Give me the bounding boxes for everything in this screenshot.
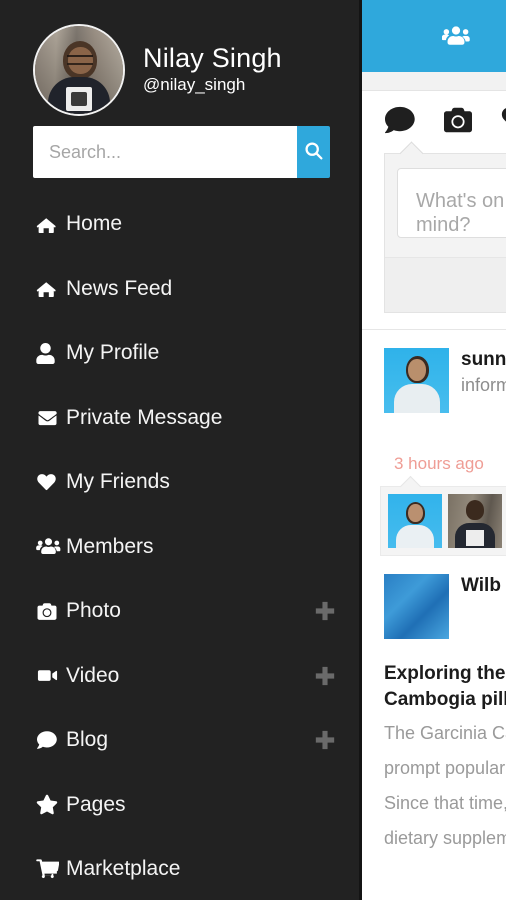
search-icon	[303, 140, 324, 164]
sidebar: Nilay Singh @nilay_singh Home	[0, 0, 362, 900]
post-avatar[interactable]	[384, 348, 449, 413]
avatar-image	[35, 26, 123, 114]
article-body-line-1: The Garcinia Cambogia was	[384, 723, 506, 744]
article-post[interactable]: Wilb	[362, 556, 506, 639]
friend-thumbnail[interactable]	[388, 494, 442, 548]
avatar[interactable]	[33, 24, 125, 116]
sidebar-item-label: Video	[66, 663, 120, 687]
post-author[interactable]: sunny	[461, 348, 506, 372]
search-bar	[33, 126, 330, 178]
sub-bar	[362, 72, 506, 91]
post-composer	[384, 141, 506, 313]
user-icon	[36, 342, 64, 364]
activity-timestamp-row: 3 hours ago	[362, 413, 506, 476]
article-title-line-1[interactable]: Exploring the Benefits of	[384, 661, 506, 687]
top-bar	[362, 0, 506, 72]
envelope-icon	[36, 409, 64, 427]
sidebar-item-my-friends[interactable]: My Friends	[0, 450, 362, 515]
article-body-line-3: Since that time, this	[384, 793, 506, 814]
add-photo-plus-icon[interactable]	[314, 600, 336, 622]
sidebar-item-label: Photo	[66, 599, 121, 623]
sidebar-item-my-profile[interactable]: My Profile	[0, 321, 362, 386]
members-icon[interactable]	[442, 25, 470, 47]
post-text: sunny information	[461, 348, 506, 413]
hamburger-menu-icon[interactable]	[382, 33, 406, 39]
sidebar-item-label: Members	[66, 534, 154, 558]
profile-handle: @nilay_singh	[143, 75, 246, 95]
add-video-plus-icon[interactable]	[314, 665, 336, 687]
star-icon	[36, 794, 64, 815]
sidebar-item-label: Pages	[66, 792, 126, 816]
reply-arrow-icon[interactable]	[498, 451, 506, 476]
home-icon	[36, 278, 64, 299]
article-body-line-2: prompt popularity in 2012.	[384, 758, 506, 779]
sidebar-item-label: News Feed	[66, 276, 173, 300]
article-title-line-2[interactable]: Cambogia pills	[384, 687, 506, 713]
sidebar-nav: Home News Feed My Profile Private Messag…	[0, 192, 362, 900]
camera-icon	[36, 602, 64, 621]
sidebar-item-label: Marketplace	[66, 857, 181, 881]
article-body-line-4: dietary supplement has	[384, 828, 506, 849]
composer-input[interactable]	[397, 168, 506, 238]
heart-icon	[36, 473, 64, 492]
post-subtitle: information	[461, 374, 506, 395]
sidebar-item-home[interactable]: Home	[0, 192, 362, 257]
post-action-row	[362, 91, 506, 153]
sidebar-item-blog[interactable]: Blog	[0, 708, 362, 773]
sidebar-item-label: Blog	[66, 728, 109, 752]
profile-name: Nilay Singh	[143, 42, 282, 73]
profile-header[interactable]: Nilay Singh @nilay_singh	[0, 0, 362, 116]
sidebar-item-private-message[interactable]: Private Message	[0, 386, 362, 451]
sidebar-item-members[interactable]: Members	[0, 515, 362, 580]
app-root: Nilay Singh @nilay_singh Home	[0, 0, 506, 900]
sidebar-item-marketplace[interactable]: Marketplace	[0, 837, 362, 900]
comment-icon	[36, 730, 64, 750]
members-icon	[36, 537, 64, 556]
sidebar-item-label: Home	[66, 212, 123, 236]
feed-post[interactable]: sunny information	[362, 330, 506, 413]
article-thumbnail[interactable]	[384, 574, 449, 639]
friend-thumbnail[interactable]	[448, 494, 502, 548]
sidebar-item-label: My Friends	[66, 470, 170, 494]
comment-icon[interactable]	[384, 105, 416, 140]
sidebar-item-pages[interactable]: Pages	[0, 773, 362, 838]
camera-icon[interactable]	[442, 106, 474, 139]
composer-footer	[385, 257, 506, 312]
search-button[interactable]	[297, 126, 330, 178]
video-icon	[36, 667, 64, 684]
sidebar-item-label: Private Message	[66, 405, 223, 429]
article-author-block: Wilb	[461, 574, 501, 639]
content-panel: sunny information 3 hours ago Wilb	[362, 0, 506, 900]
article-body-block: Exploring the Benefits of Cambogia pills…	[362, 639, 506, 852]
sidebar-item-photo[interactable]: Photo	[0, 579, 362, 644]
activity-thumbnails	[380, 475, 506, 556]
home-icon	[36, 214, 64, 235]
profile-names: Nilay Singh @nilay_singh	[143, 44, 282, 96]
shopping-cart-icon	[36, 859, 64, 879]
search-input[interactable]	[33, 126, 297, 178]
add-blog-plus-icon[interactable]	[314, 729, 336, 751]
sidebar-item-label: My Profile	[66, 341, 160, 365]
article-author[interactable]: Wilb	[461, 574, 501, 598]
sidebar-item-news-feed[interactable]: News Feed	[0, 257, 362, 322]
heart-icon[interactable]	[500, 106, 506, 138]
timeago-label: 3 hours ago	[394, 453, 484, 473]
sidebar-item-video[interactable]: Video	[0, 644, 362, 709]
